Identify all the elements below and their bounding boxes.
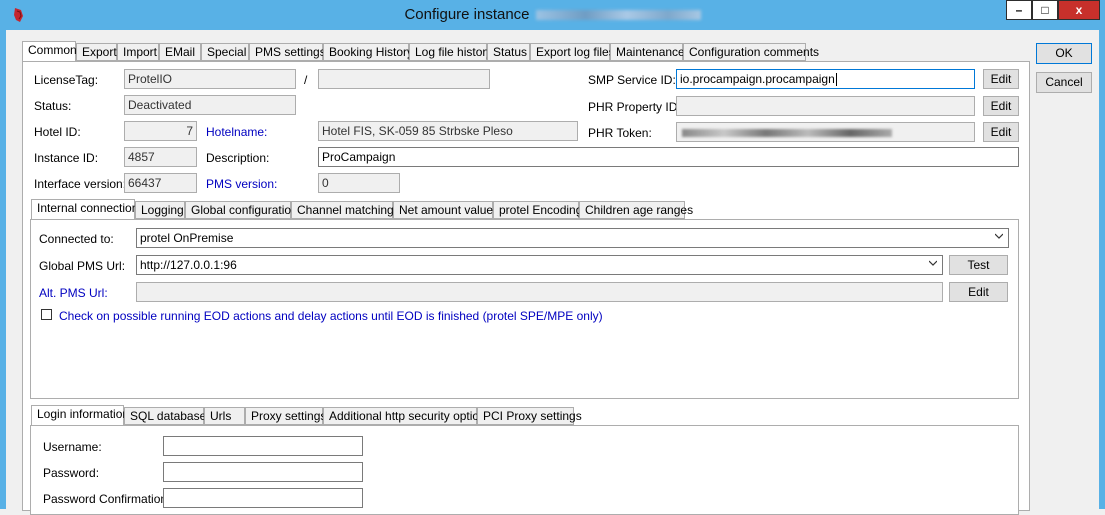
phr-property-edit-button[interactable]: Edit xyxy=(983,96,1019,116)
license-tag-separator: / xyxy=(304,73,308,87)
tab-email[interactable]: EMail xyxy=(159,43,201,61)
tab-maintenance[interactable]: Maintenance xyxy=(610,43,685,61)
global-pms-url-combo[interactable]: http://127.0.0.1:96 xyxy=(136,255,943,275)
alt-pms-url-field[interactable] xyxy=(136,282,943,302)
license-tag-field[interactable]: ProtelIO xyxy=(124,69,296,89)
hotelname-label: Hotelname: xyxy=(206,125,268,139)
password-confirmation-field[interactable] xyxy=(163,488,363,508)
tab-pms-settings[interactable]: PMS settings xyxy=(249,43,326,61)
minimize-button[interactable]: – xyxy=(1006,0,1032,20)
tab-special[interactable]: Special xyxy=(201,43,249,61)
tab-configuration-comments[interactable]: Configuration comments xyxy=(683,43,819,61)
tab-internal-connection[interactable]: Internal connection xyxy=(31,199,138,219)
tab-channel-matchings[interactable]: Channel matchings xyxy=(291,201,400,219)
window-frame-right xyxy=(1099,30,1105,509)
window-title-wrap: Configure instance xyxy=(0,6,1105,23)
redacted-token xyxy=(682,128,892,137)
ok-button[interactable]: OK xyxy=(1036,43,1092,64)
username-field[interactable] xyxy=(163,436,363,456)
phr-token-edit-button[interactable]: Edit xyxy=(983,122,1019,142)
tab-additional-http-security-options[interactable]: Additional http security options xyxy=(323,407,492,425)
description-field[interactable]: ProCampaign xyxy=(318,147,1019,167)
alt-pms-url-edit-button[interactable]: Edit xyxy=(949,282,1008,302)
smp-service-id-field[interactable]: io.procampaign.procampaign xyxy=(676,69,975,89)
tab-login-information[interactable]: Login information xyxy=(31,405,129,425)
hotelname-field[interactable]: Hotel FIS, SK-059 85 Strbske Pleso xyxy=(318,121,578,141)
smp-service-id-label: SMP Service ID: xyxy=(588,73,676,87)
tab-export[interactable]: Export xyxy=(76,43,117,61)
pms-version-field[interactable]: 0 xyxy=(318,173,400,193)
password-field[interactable] xyxy=(163,462,363,482)
instance-id-label: Instance ID: xyxy=(34,151,99,165)
eod-checkbox-label[interactable]: Check on possible running EOD actions an… xyxy=(59,309,603,323)
redacted-title-suffix xyxy=(535,10,701,21)
tab-sql-database[interactable]: SQL database xyxy=(124,407,206,425)
instance-id-field[interactable]: 4857 xyxy=(124,147,197,167)
text-caret xyxy=(835,73,837,87)
username-label: Username: xyxy=(43,440,102,454)
interface-version-field[interactable]: 66437 xyxy=(124,173,197,193)
phr-property-id-field[interactable] xyxy=(676,96,975,116)
status-label: Status: xyxy=(34,99,72,113)
maximize-button[interactable]: □ xyxy=(1032,0,1058,20)
connected-to-value: protel OnPremise xyxy=(140,231,234,245)
tab-export-log-files[interactable]: Export log files xyxy=(530,43,615,61)
tab-children-age-ranges[interactable]: Children age ranges xyxy=(579,201,693,219)
alt-pms-url-label: Alt. PMS Url: xyxy=(39,286,108,300)
hotel-id-field[interactable]: 7 xyxy=(124,121,197,141)
smp-edit-button[interactable]: Edit xyxy=(983,69,1019,89)
global-pms-url-value: http://127.0.0.1:96 xyxy=(140,258,237,272)
phr-property-id-label: PHR Property ID: xyxy=(588,100,681,114)
chevron-down-icon xyxy=(995,233,1003,239)
minimize-icon: – xyxy=(1015,3,1023,17)
status-field[interactable]: Deactivated xyxy=(124,95,296,115)
hotel-id-label: Hotel ID: xyxy=(34,125,81,139)
connected-to-label: Connected to: xyxy=(39,232,114,246)
tab-protel-encoding[interactable]: protel Encoding xyxy=(493,201,582,219)
tab-proxy-settings[interactable]: Proxy settings xyxy=(245,407,326,425)
interface-version-label: Interface version: xyxy=(34,177,127,191)
maximize-icon: □ xyxy=(1041,3,1049,17)
tab-log-file-history[interactable]: Log file history xyxy=(409,43,492,61)
tab-net-amount-values[interactable]: Net amount values xyxy=(393,201,499,219)
phr-token-field[interactable] xyxy=(676,122,975,142)
chevron-down-icon xyxy=(929,260,937,266)
window-title: Configure instance xyxy=(404,6,530,23)
eod-checkbox[interactable] xyxy=(41,309,52,320)
window-frame-left xyxy=(0,30,6,509)
password-label: Password: xyxy=(43,466,100,480)
tab-common[interactable]: Common xyxy=(22,41,77,61)
connected-to-select[interactable]: protel OnPremise xyxy=(136,228,1009,248)
title-bar: Configure instance – □ x xyxy=(0,0,1105,30)
tab-pci-proxy-settings[interactable]: PCI Proxy settings xyxy=(477,407,582,425)
description-label: Description: xyxy=(206,151,270,165)
tab-urls[interactable]: Urls xyxy=(204,407,245,425)
tab-import[interactable]: Import xyxy=(117,43,159,61)
close-icon: x xyxy=(1075,3,1083,17)
license-tag-field-2[interactable] xyxy=(318,69,490,89)
license-tag-label: LicenseTag: xyxy=(34,73,99,87)
phr-token-label: PHR Token: xyxy=(588,126,652,140)
tab-booking-history[interactable]: Booking History xyxy=(323,43,413,61)
tab-status[interactable]: Status xyxy=(487,43,530,61)
test-button[interactable]: Test xyxy=(949,255,1008,275)
cancel-button[interactable]: Cancel xyxy=(1036,72,1092,93)
pms-version-label: PMS version: xyxy=(206,177,278,191)
tab-logging[interactable]: Logging xyxy=(135,201,185,219)
close-button[interactable]: x xyxy=(1058,0,1100,20)
global-pms-url-label: Global PMS Url: xyxy=(39,259,126,273)
tab-global-configuration[interactable]: Global configuration xyxy=(185,201,298,219)
smp-service-id-value: io.procampaign.procampaign xyxy=(680,72,835,86)
password-confirmation-label: Password Confirmation: xyxy=(43,492,171,506)
